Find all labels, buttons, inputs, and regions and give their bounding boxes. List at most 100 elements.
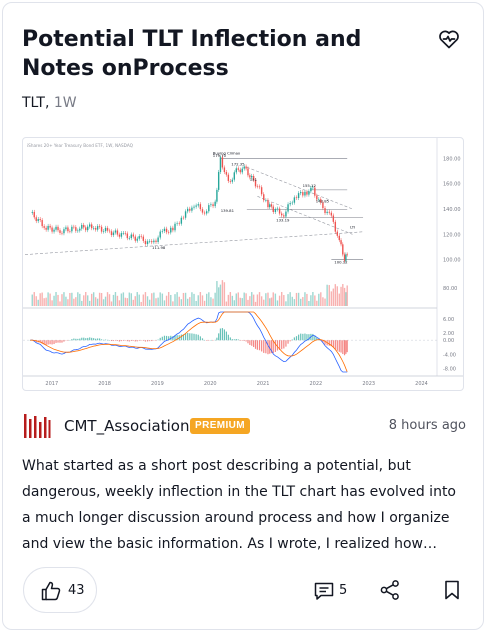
price-candle [79,228,81,231]
volume-bar [312,292,314,306]
price-candle [157,237,159,243]
macd-histogram-bar [146,340,149,342]
post-description[interactable]: What started as a short post describing … [22,453,468,557]
macd-histogram-bar [346,340,348,353]
volume-bar [180,299,183,306]
price-candle [295,197,298,199]
volume-bar [92,292,95,306]
volume-bar [191,292,193,306]
volume-bar [306,293,308,306]
macd-histogram-bar [249,340,251,345]
price-candle [330,212,333,216]
macd-histogram-bar [61,340,63,343]
volume-bar [33,292,35,306]
volume-bar [142,294,145,306]
volume-bar [75,297,77,306]
price-candle [195,205,197,207]
price-candle [203,212,206,214]
macd-line [30,311,348,373]
macd-histogram-bar [63,340,65,342]
volume-bar [217,287,220,306]
volume-bar [120,293,123,306]
heart-pulse-icon[interactable] [437,27,461,51]
volume-bar [235,293,237,306]
volume-bar [96,298,99,306]
macd-histogram-bar [130,340,132,341]
chart-annotation: 151 [250,177,258,182]
price-candle [92,228,95,229]
price-candle [165,228,168,233]
volume-bar [98,292,101,306]
price-candle [122,233,125,234]
price-candle [63,229,65,234]
macd-histogram-bar [122,340,124,341]
macd-histogram-bar [197,334,199,341]
price-tick-label: 180.00 [443,156,461,162]
macd-histogram-bar [237,339,239,341]
macd-histogram-bar [83,337,85,341]
price-candle [108,230,111,232]
price-candle [206,211,208,214]
volume-bar [159,292,161,306]
macd-histogram-bar [343,340,346,356]
macd-histogram-bar [193,333,195,341]
volume-bar [35,296,37,306]
volume-bar [116,295,119,306]
macd-histogram-bar [81,337,83,341]
macd-histogram-bar [342,340,344,355]
author-avatar[interactable] [22,411,52,441]
volume-bar [37,299,39,306]
chart-annotation: 100.12 [334,259,348,264]
macd-histogram-bar [85,338,87,341]
volume-bar [212,298,214,306]
price-candle [302,192,304,196]
price-candle [208,205,210,212]
price-candle [94,228,97,230]
macd-histogram-bar [336,340,338,351]
volume-bar [322,297,324,306]
author-name[interactable]: CMT_Association [64,417,190,435]
price-candle [176,223,178,224]
price-candle [98,226,101,227]
macd-histogram-bar [132,340,134,341]
macd-histogram-bar [253,340,255,348]
price-candle [142,236,145,241]
price-candle [281,213,283,216]
macd-histogram-bar [89,337,91,341]
volume-bar [285,301,287,306]
volume-bar [161,293,164,306]
macd-histogram-bar [165,335,168,341]
post-title[interactable]: Potential TLT Inflection and Notes onPro… [22,25,422,83]
volume-bar [243,292,245,306]
macd-histogram-bar [151,340,153,342]
volume-bar [79,293,81,306]
price-candle [49,225,51,228]
volume-bar [178,296,180,306]
price-candle [124,233,127,234]
price-candle [235,168,237,173]
price-candle [231,179,234,182]
symbol-link[interactable]: TLT, [22,95,49,111]
chart-preview[interactable]: iShares 20+ Year Treasury Bond ETF, 1W, … [22,137,464,391]
volume-bar [148,299,151,306]
volume-bar [124,297,127,306]
price-candle [112,232,115,236]
macd-histogram-bar [73,338,75,341]
volume-bar [63,292,65,306]
price-candle [306,191,308,195]
share-icon[interactable] [379,579,401,601]
comments-button[interactable]: 5 [313,579,353,603]
price-candle [37,219,39,222]
price-tick-label: 160.00 [443,182,461,188]
time-tick-label: 2023 [362,381,375,387]
macd-histogram-bar [287,340,289,344]
volume-bar [219,284,222,306]
volume-bar [221,280,224,306]
volume-bar [110,301,113,306]
volume-bar [258,292,261,306]
like-button[interactable]: 43 [23,567,97,613]
price-candle [184,211,187,218]
price-candle [223,167,226,173]
bookmark-icon[interactable] [441,579,463,601]
price-candle [334,221,337,232]
